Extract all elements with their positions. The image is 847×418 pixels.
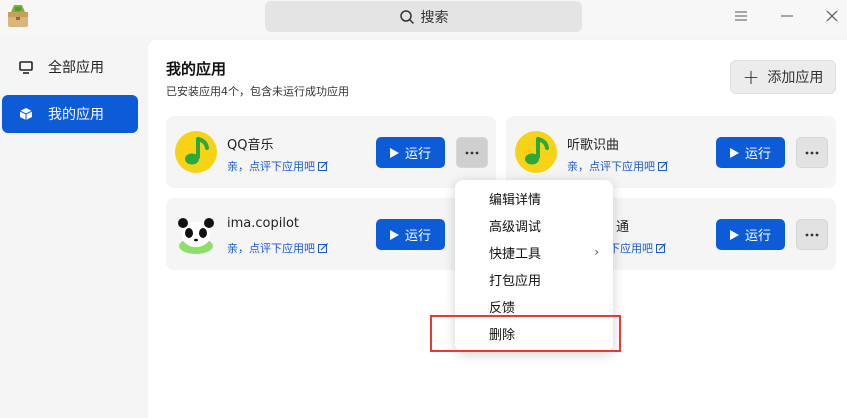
- hamburger-icon: [735, 11, 747, 21]
- edit-icon: [318, 161, 328, 171]
- menu-item-label: 打包应用: [489, 274, 542, 289]
- close-button[interactable]: [820, 4, 844, 28]
- menu-item-edit-details[interactable]: 编辑详情: [455, 185, 613, 212]
- rate-label: 亲，点评下应用吧: [227, 160, 315, 173]
- app-name: 通: [616, 220, 630, 235]
- chevron-right-icon: ›: [594, 245, 599, 259]
- minimize-button[interactable]: [775, 4, 799, 28]
- edit-icon: [658, 161, 668, 171]
- edit-icon: [318, 243, 328, 253]
- app-card-ima-copilot: ima.copilot 亲，点评下应用吧 运行: [166, 198, 496, 270]
- rate-link[interactable]: 下应用吧: [609, 240, 666, 256]
- rate-link[interactable]: 亲，点评下应用吧: [227, 158, 328, 174]
- edit-icon: [656, 243, 666, 253]
- more-options-button[interactable]: [456, 137, 488, 168]
- run-button[interactable]: 运行: [376, 219, 445, 250]
- menu-item-label: 删除: [489, 328, 516, 343]
- monitor-icon: [18, 59, 34, 75]
- app-name: 听歌识曲: [567, 138, 620, 153]
- minimize-icon: [781, 15, 793, 17]
- menu-item-label: 反馈: [489, 301, 516, 316]
- panda-icon: [174, 212, 218, 256]
- play-icon: [389, 229, 399, 240]
- search-label: 搜索: [420, 9, 449, 26]
- more-options-button[interactable]: [796, 219, 828, 250]
- app-logo-icon: [5, 3, 31, 29]
- sidebar-item-my-apps[interactable]: 我的应用: [2, 95, 138, 133]
- search-bar[interactable]: 搜索: [265, 1, 582, 32]
- play-icon: [729, 229, 739, 240]
- play-icon: [389, 147, 399, 158]
- close-icon: [826, 10, 838, 22]
- context-menu: 编辑详情 高级调试 快捷工具 › 打包应用 反馈 删除: [455, 180, 613, 352]
- rate-label: 下应用吧: [609, 242, 653, 255]
- sidebar-item-label: 全部应用: [48, 60, 104, 76]
- song-recognition-icon: [514, 130, 558, 174]
- rate-label: 亲，点评下应用吧: [227, 242, 315, 255]
- app-name: QQ音乐: [227, 138, 274, 153]
- rate-label: 亲，点评下应用吧: [567, 160, 655, 173]
- sidebar-item-all-apps[interactable]: 全部应用: [2, 48, 138, 86]
- menu-item-label: 高级调试: [489, 220, 542, 235]
- more-options-button[interactable]: [796, 137, 828, 168]
- add-app-label: 添加应用: [767, 70, 824, 86]
- box-icon: [18, 106, 34, 122]
- menu-item-delete[interactable]: 删除: [455, 320, 613, 347]
- run-button[interactable]: 运行: [376, 137, 445, 168]
- sidebar-item-label: 我的应用: [48, 107, 104, 123]
- menu-item-label: 编辑详情: [489, 193, 542, 208]
- qq-music-icon: [174, 130, 218, 174]
- page-title: 我的应用: [166, 60, 227, 78]
- run-button[interactable]: 运行: [716, 137, 785, 168]
- menu-button[interactable]: [729, 4, 753, 28]
- run-label: 运行: [744, 147, 771, 162]
- rate-link[interactable]: 亲，点评下应用吧: [227, 240, 328, 256]
- page-subtitle: 已安装应用4个，包含未运行成功应用: [166, 85, 349, 98]
- menu-item-shortcut-tools[interactable]: 快捷工具 ›: [455, 239, 613, 266]
- app-name: ima.copilot: [227, 216, 300, 231]
- run-label: 运行: [744, 229, 771, 244]
- run-label: 运行: [404, 147, 431, 162]
- app-card-song-recognition: 听歌识曲 亲，点评下应用吧 运行: [506, 116, 836, 188]
- more-dots-icon: [465, 151, 479, 154]
- search-icon: [399, 9, 414, 24]
- run-button[interactable]: 运行: [716, 219, 785, 250]
- play-icon: [729, 147, 739, 158]
- more-dots-icon: [805, 233, 819, 236]
- app-card-qq-music: QQ音乐 亲，点评下应用吧 运行: [166, 116, 496, 188]
- add-app-button[interactable]: + 添加应用: [730, 60, 836, 94]
- run-label: 运行: [404, 229, 431, 244]
- sidebar: 全部应用 我的应用: [0, 36, 148, 418]
- menu-item-feedback[interactable]: 反馈: [455, 293, 613, 320]
- title-bar: 搜索: [0, 0, 847, 36]
- menu-item-label: 快捷工具: [489, 247, 542, 262]
- menu-item-advanced-debug[interactable]: 高级调试: [455, 212, 613, 239]
- rate-link[interactable]: 亲，点评下应用吧: [567, 158, 668, 174]
- menu-item-package-app[interactable]: 打包应用: [455, 266, 613, 293]
- plus-icon: +: [742, 65, 760, 89]
- more-dots-icon: [805, 151, 819, 154]
